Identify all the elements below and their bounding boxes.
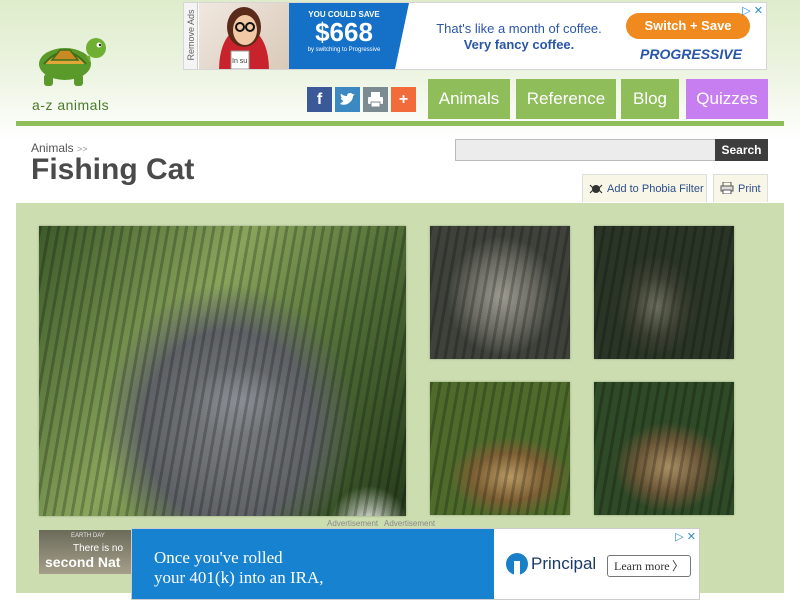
ad-text-line-2: Very fancy coffee. (463, 37, 575, 52)
ad-savings-box: YOU COULD SAVE $668 by switching to Prog… (289, 3, 409, 69)
remove-ads-label: Remove Ads (186, 9, 196, 61)
nav-tab-reference[interactable]: Reference (516, 79, 616, 119)
nav-tab-animals[interactable]: Animals (428, 79, 510, 119)
bottom-advertisement[interactable]: Once you've rolled your 401(k) into an I… (131, 528, 700, 600)
printer-icon (720, 182, 734, 194)
search-input[interactable] (455, 139, 716, 161)
turtle-logo-icon[interactable] (30, 34, 110, 90)
phobia-filter-label: Add to Phobia Filter (607, 183, 704, 195)
fishing-cat-thumbnail[interactable] (594, 382, 734, 515)
fishing-cat-thumbnail[interactable] (430, 382, 570, 515)
ad-blue-panel: Once you've rolled your 401(k) into an I… (132, 529, 494, 599)
ad-text-line-1: That's like a month of coffee. (436, 21, 602, 36)
top-advertisement[interactable]: Remove Ads In su YOU COULD SAVE $668 by … (183, 2, 767, 70)
nav-tab-blog[interactable]: Blog (621, 79, 679, 119)
bottom-ad-line-1: Once you've rolled (154, 548, 283, 567)
principal-brand: Principal (531, 554, 597, 573)
earth-day-advertisement[interactable]: EARTH DAY There is no second Nat (39, 530, 131, 574)
printer-icon (368, 92, 383, 108)
learn-more-label: Learn more (614, 559, 670, 573)
page-title: Fishing Cat (31, 153, 195, 186)
site-name[interactable]: a-z animals (32, 97, 109, 113)
ad-save-sub: by switching to Progressive (307, 47, 381, 53)
bottom-ad-line-2: your 401(k) into an IRA, (154, 568, 324, 587)
twitter-bird-icon (340, 93, 355, 105)
ad-close-icon[interactable]: ▷ ✕ (675, 530, 696, 543)
print-share-button[interactable] (363, 87, 388, 112)
advertisement-label: Advertisement (327, 519, 379, 528)
earth-ad-line-2: second Nat (45, 554, 121, 570)
print-button[interactable]: Print (713, 174, 768, 202)
twitter-share-button[interactable] (335, 87, 360, 112)
fishing-cat-thumbnail[interactable] (594, 226, 734, 359)
add-phobia-filter-button[interactable]: Add to Phobia Filter (582, 174, 707, 202)
ad-save-amount: $668 (315, 17, 373, 47)
ad-switch-save-button[interactable]: Switch + Save (626, 13, 750, 39)
ad-brand-logo: PROGRESSIVE (640, 46, 742, 62)
ad-woman-image: In su (199, 3, 289, 69)
ad-close-icon[interactable]: ▷ ✕ (742, 4, 763, 17)
print-label: Print (738, 183, 761, 195)
fishing-cat-main-photo[interactable] (39, 226, 406, 516)
nav-divider (16, 121, 784, 126)
search-button[interactable]: Search (715, 139, 768, 161)
advertisement-label: Advertisement (384, 519, 436, 528)
earth-ad-line-1: There is no (73, 543, 124, 554)
fishing-cat-thumbnail[interactable] (430, 226, 570, 359)
learn-more-button[interactable]: Learn more 〉 (607, 555, 691, 577)
spider-icon (589, 184, 603, 194)
principal-logo-icon (506, 553, 528, 575)
more-share-button[interactable]: + (391, 87, 416, 112)
earth-ad-tag: EARTH DAY (71, 533, 105, 539)
remove-ads-button[interactable]: Remove Ads (184, 3, 198, 69)
nav-tab-quizzes[interactable]: Quizzes (686, 79, 768, 119)
facebook-share-button[interactable]: f (307, 87, 332, 112)
chevron-right-icon: 〉 (671, 559, 684, 573)
ad-mug-text: In su (232, 58, 247, 65)
